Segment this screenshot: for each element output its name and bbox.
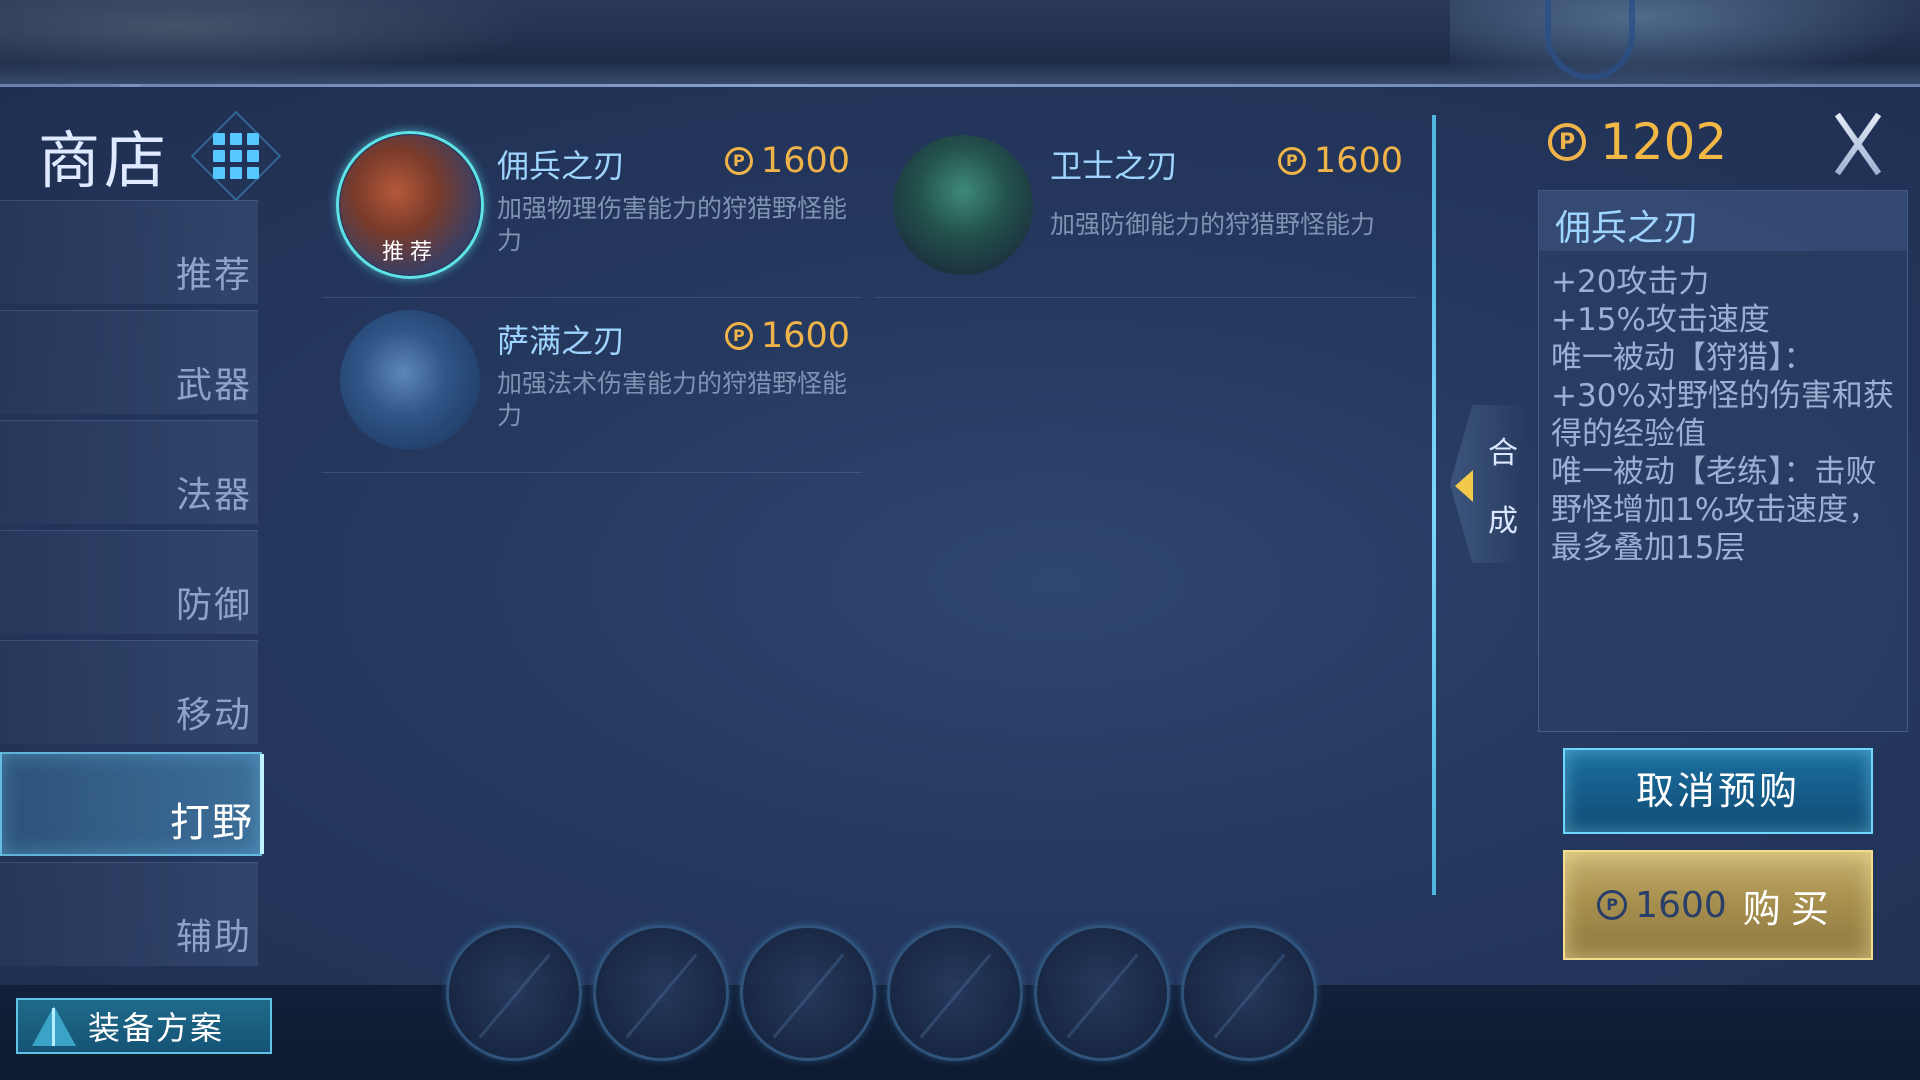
grid-icon[interactable] xyxy=(208,128,260,180)
category-label: 防御 xyxy=(175,585,252,626)
item-price: P 1600 xyxy=(724,141,850,181)
banner-deco-left xyxy=(0,0,600,88)
detail-header: 佣兵之刃 xyxy=(1539,191,1907,251)
item-desc: 加强防御能力的狩猎野怪能力 xyxy=(1050,210,1376,239)
compose-label: 成 xyxy=(1488,504,1518,539)
recommend-badge: 推荐 xyxy=(381,240,438,265)
buy-label: 购买 xyxy=(1742,886,1839,931)
coin-icon: P xyxy=(724,147,753,175)
price-value: 1600 xyxy=(1313,141,1403,181)
category-label: 打野 xyxy=(170,800,254,846)
category-jungle[interactable]: 打野 xyxy=(0,752,264,856)
coin-icon: P xyxy=(1597,890,1628,920)
category-label: 移动 xyxy=(175,695,252,736)
close-icon[interactable] xyxy=(1828,110,1888,176)
gold-balance: P 1202 xyxy=(1548,113,1727,171)
equipment-slot[interactable] xyxy=(887,925,1023,1061)
category-recommended[interactable]: 推荐 xyxy=(0,200,258,304)
coin-icon: P xyxy=(1548,123,1586,161)
banner-deco-right xyxy=(1450,0,1920,88)
price-value: 1600 xyxy=(760,316,850,356)
equipment-slot[interactable] xyxy=(446,925,582,1061)
buy-button[interactable]: P 1600 购买 xyxy=(1563,850,1873,960)
buy-price-value: 1600 xyxy=(1635,884,1727,926)
cancel-preorder-button[interactable]: 取消预购 xyxy=(1563,748,1873,834)
item-desc: 加强物理伤害能力的狩猎野怪能力 xyxy=(497,194,848,255)
category-support[interactable]: 辅助 xyxy=(0,862,258,966)
item-card[interactable]: 卫士之刃 P 1600 加强防御能力的狩猎野怪能力 xyxy=(875,123,1415,298)
item-name: 卫士之刃 xyxy=(1050,147,1179,185)
equipment-slot[interactable] xyxy=(1181,925,1317,1061)
category-label: 推荐 xyxy=(175,255,252,296)
item-name: 萨满之刃 xyxy=(497,322,626,360)
category-label: 武器 xyxy=(175,365,252,406)
top-banner xyxy=(0,0,1920,88)
coin-icon: P xyxy=(724,322,753,350)
equipment-slot[interactable] xyxy=(740,925,876,1061)
item-price: P 1600 xyxy=(724,316,850,356)
item-desc: 加强法术伤害能力的狩猎野怪能力 xyxy=(497,369,848,430)
category-movement[interactable]: 移动 xyxy=(0,640,258,744)
page-title: 商店 xyxy=(38,124,171,197)
vertical-divider xyxy=(1432,115,1436,895)
category-weapon[interactable]: 武器 xyxy=(0,310,258,414)
buy-price: P 1600 xyxy=(1597,885,1727,926)
category-defense[interactable]: 防御 xyxy=(0,530,258,634)
category-magic[interactable]: 法器 xyxy=(0,420,258,524)
category-label: 法器 xyxy=(175,475,252,516)
equipment-plan-button[interactable]: 装备方案 xyxy=(16,998,272,1054)
price-value: 1600 xyxy=(760,141,850,181)
blade-icon xyxy=(893,135,1033,275)
equipment-slot[interactable] xyxy=(593,925,729,1061)
item-card[interactable]: 萨满之刃 P 1600 加强法术伤害能力的狩猎野怪能力 xyxy=(322,298,862,473)
item-price: P 1600 xyxy=(1277,141,1403,181)
sword-icon xyxy=(18,1000,88,1052)
item-detail-panel: 佣兵之刃 +20攻击力 +15%攻击速度 唯一被动【狩猎】：+30%对野怪的伤害… xyxy=(1538,190,1908,732)
blade-icon xyxy=(340,310,480,450)
gold-value: 1202 xyxy=(1600,113,1728,171)
equipment-slot[interactable] xyxy=(1034,925,1170,1061)
item-card[interactable]: 推荐 佣兵之刃 P 1600 加强物理伤害能力的狩猎野怪能力 xyxy=(322,123,862,298)
item-name: 佣兵之刃 xyxy=(497,147,626,185)
plan-label: 装备方案 xyxy=(88,1009,225,1047)
detail-description: +20攻击力 +15%攻击速度 唯一被动【狩猎】：+30%对野怪的伤害和获得的经… xyxy=(1551,264,1894,566)
detail-item-name: 佣兵之刃 xyxy=(1555,208,1700,249)
category-label: 辅助 xyxy=(175,917,252,958)
arrow-left-icon xyxy=(1455,470,1473,502)
compose-label: 合 xyxy=(1488,436,1518,471)
coin-icon: P xyxy=(1277,147,1306,175)
